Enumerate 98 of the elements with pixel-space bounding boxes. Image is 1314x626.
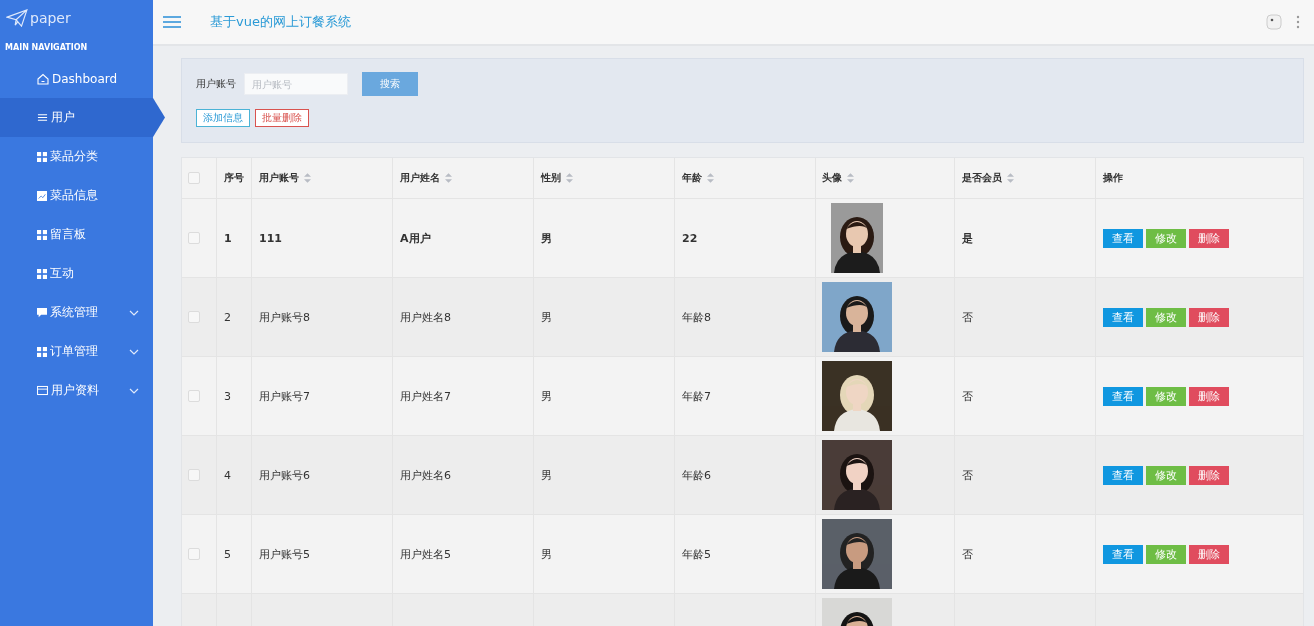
sort-icon[interactable] [707,173,714,183]
paper-plane-icon [6,9,28,27]
sidebar-item[interactable]: 用户 [0,98,165,137]
sort-icon[interactable] [445,173,452,183]
view-button[interactable]: 查看 [1103,386,1143,406]
table-cell: 2 [224,310,231,324]
table-cell: 年龄8 [682,309,711,325]
sidebar-item[interactable]: Dashboard [0,59,153,98]
grid-icon [37,346,47,357]
edit-button[interactable]: 修改 [1146,544,1186,564]
sidebar-item[interactable]: 系统管理 [0,293,153,332]
menu-icon[interactable] [163,16,181,28]
add-button[interactable]: 添加信息 [196,109,250,127]
table-cell: 用户姓名6 [400,467,451,483]
brand-name: paper [30,10,71,26]
batch-delete-button[interactable]: 批量删除 [255,109,309,127]
table-cell: 5 [224,547,231,561]
select-all-checkbox[interactable] [188,172,200,184]
table-cell: 男 [541,388,552,404]
row-checkbox[interactable] [188,469,200,481]
grid-icon [37,229,47,240]
column-header[interactable]: 性别 [541,171,573,185]
sidebar-item[interactable]: 订单管理 [0,332,153,371]
table-cell: 男 [541,230,552,246]
table-cell: 年龄5 [682,546,711,562]
sidebar-item[interactable]: 互动 [0,254,153,293]
view-button[interactable]: 查看 [1103,544,1143,564]
table-cell: 否 [962,388,973,404]
field-label: 用户账号 [196,77,236,91]
table-cell: 用户姓名7 [400,388,451,404]
table-cell: 否 [962,467,973,483]
user-avatar-icon[interactable] [1266,14,1282,30]
column-header: 序号 [224,171,244,185]
nav-heading: MAIN NAVIGATION [4,42,89,54]
column-header[interactable]: 是否会员 [962,171,1014,185]
sort-icon[interactable] [566,173,573,183]
list-icon [37,112,48,123]
table-cell: 用户账号8 [259,309,310,325]
card-icon [37,385,48,396]
column-header[interactable]: 头像 [822,171,854,185]
more-icon[interactable] [1296,15,1300,29]
table-cell: 1 [224,231,232,245]
table-cell: 22 [682,231,698,245]
table-cell: 男 [541,309,552,325]
view-button[interactable]: 查看 [1103,307,1143,327]
table-cell: 年龄6 [682,467,711,483]
table-cell: 用户账号5 [259,546,310,562]
table-cell: 否 [962,309,973,325]
table-cell: A用户 [400,230,431,246]
row-checkbox[interactable] [188,232,200,244]
sidebar-item[interactable]: 菜品信息 [0,176,153,215]
column-header[interactable]: 年龄 [682,171,714,185]
edit-button[interactable]: 修改 [1146,386,1186,406]
home-icon [37,72,49,85]
table-cell: 男 [541,467,552,483]
table-cell: 3 [224,389,231,403]
delete-button[interactable]: 删除 [1189,465,1229,485]
sidebar-item[interactable]: 留言板 [0,215,153,254]
sort-icon[interactable] [1007,173,1014,183]
sidebar-item[interactable]: 用户资料 [0,371,153,410]
table-cell: 是 [962,230,973,246]
row-checkbox[interactable] [188,548,200,560]
delete-button[interactable]: 删除 [1189,386,1229,406]
column-header[interactable]: 用户账号 [259,171,311,185]
grid-icon [37,151,47,162]
edit-button[interactable]: 修改 [1146,228,1186,248]
row-checkbox[interactable] [188,311,200,323]
table-cell: 111 [259,231,282,245]
table-cell: 否 [962,546,973,562]
app-title: 基于vue的网上订餐系统 [210,13,351,31]
search-field[interactable]: 用户账号 [244,73,348,95]
table-cell: 4 [224,468,231,482]
row-checkbox[interactable] [188,390,200,402]
table-cell: 用户姓名8 [400,309,451,325]
table-cell: 男 [541,546,552,562]
search-button[interactable]: 搜索 [362,72,418,96]
view-button[interactable]: 查看 [1103,228,1143,248]
delete-button[interactable]: 删除 [1189,544,1229,564]
chat-icon [37,307,47,318]
image-icon [37,190,47,201]
chevron-down-icon [129,387,139,394]
table-cell: 年龄7 [682,388,711,404]
delete-button[interactable]: 删除 [1189,307,1229,327]
table-cell: 用户账号7 [259,388,310,404]
sort-icon[interactable] [304,173,311,183]
grid-icon [37,268,47,279]
view-button[interactable]: 查看 [1103,465,1143,485]
edit-button[interactable]: 修改 [1146,307,1186,327]
sort-icon[interactable] [847,173,854,183]
column-header[interactable]: 用户姓名 [400,171,452,185]
sidebar-item[interactable]: 菜品分类 [0,137,153,176]
chevron-down-icon [129,309,139,316]
table-cell: 用户姓名5 [400,546,451,562]
table-cell: 用户账号6 [259,467,310,483]
delete-button[interactable]: 删除 [1189,228,1229,248]
edit-button[interactable]: 修改 [1146,465,1186,485]
chevron-down-icon [129,348,139,355]
column-header: 操作 [1103,171,1123,185]
